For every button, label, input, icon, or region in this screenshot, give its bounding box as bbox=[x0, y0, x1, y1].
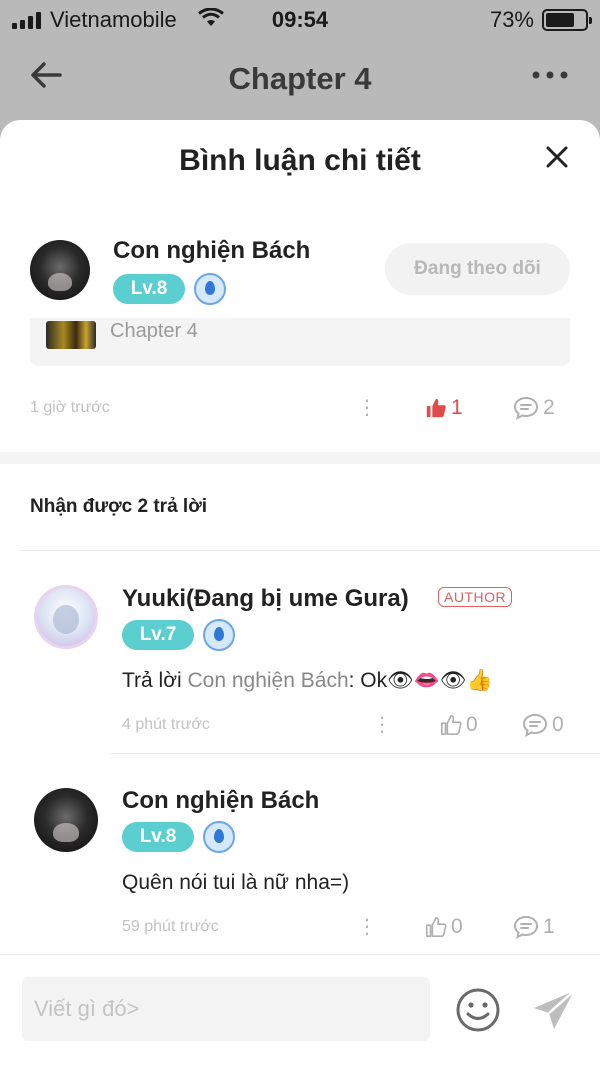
reply-options-icon[interactable]: ⋮ bbox=[357, 917, 377, 937]
comment-icon bbox=[513, 915, 539, 939]
like-button[interactable]: 1 bbox=[425, 396, 463, 420]
reply-prefix: Trả lời bbox=[122, 669, 188, 692]
chapter-thumbnail bbox=[46, 321, 96, 349]
comment-author-name[interactable]: Con nghiện Bách bbox=[113, 237, 310, 265]
chapter-label: Chapter 4 bbox=[110, 320, 198, 342]
comment-count: 1 bbox=[543, 915, 555, 938]
like-count: 0 bbox=[466, 713, 478, 736]
comment-icon bbox=[513, 396, 539, 420]
chapter-link-card[interactable]: Chapter 4 bbox=[30, 318, 570, 366]
reply-button[interactable]: 2 bbox=[513, 396, 555, 420]
diamond-badge-icon bbox=[194, 273, 226, 305]
battery-percent: 73% bbox=[489, 7, 534, 32]
thumbs-up-icon bbox=[441, 715, 462, 735]
reply-options-icon[interactable]: ⋮ bbox=[372, 715, 392, 735]
reply-button[interactable]: 1 bbox=[513, 915, 555, 939]
emoji-icon[interactable] bbox=[455, 987, 501, 1033]
diamond-badge-icon bbox=[203, 821, 235, 853]
level-badge: Lv.7 bbox=[122, 620, 194, 650]
divider bbox=[110, 753, 600, 754]
comment-input[interactable] bbox=[22, 977, 430, 1041]
nav-bar: Chapter 4 bbox=[0, 45, 600, 115]
close-icon[interactable] bbox=[544, 142, 570, 176]
sheet-title: Bình luận chi tiết bbox=[179, 144, 421, 177]
like-count: 0 bbox=[451, 915, 463, 938]
comment-options-icon[interactable]: ⋮ bbox=[357, 398, 377, 418]
comment-count: 2 bbox=[543, 396, 555, 419]
section-divider bbox=[0, 452, 600, 464]
send-icon[interactable] bbox=[530, 987, 578, 1035]
diamond-badge-icon bbox=[203, 619, 235, 651]
reply-time: 4 phút trước bbox=[122, 716, 210, 733]
avatar[interactable] bbox=[34, 788, 98, 852]
thumbs-up-icon bbox=[426, 398, 446, 418]
like-button[interactable]: 0 bbox=[425, 915, 463, 939]
more-icon[interactable] bbox=[530, 57, 570, 102]
level-badge: Lv.8 bbox=[113, 274, 185, 304]
reply-text: Quên nói tui là nữ nha=) bbox=[122, 871, 350, 894]
comment-icon bbox=[522, 713, 548, 737]
reply-content: : Ok👁👄👁👍 bbox=[348, 669, 493, 692]
like-button[interactable]: 0 bbox=[440, 713, 478, 737]
divider bbox=[20, 550, 600, 551]
reply-author-name[interactable]: Yuuki(Đang bị ume Gura) bbox=[122, 585, 409, 613]
reply-time: 59 phút trước bbox=[122, 918, 219, 935]
replies-count: Nhận được 2 trả lời bbox=[30, 496, 207, 517]
reply-button[interactable]: 0 bbox=[522, 713, 564, 737]
thumbs-up-icon bbox=[426, 917, 447, 937]
page-title: Chapter 4 bbox=[228, 61, 372, 96]
level-badge: Lv.8 bbox=[122, 822, 194, 852]
following-button[interactable]: Đang theo dõi bbox=[385, 243, 570, 295]
comment-time: 1 giờ trước bbox=[30, 399, 110, 416]
avatar[interactable] bbox=[30, 240, 90, 300]
reply-text: Trả lời Con nghiện Bách: Ok👁👄👁👍 bbox=[122, 669, 493, 693]
author-tag: AUTHOR bbox=[438, 587, 513, 607]
battery-icon bbox=[542, 9, 592, 31]
comment-count: 0 bbox=[552, 713, 564, 736]
avatar[interactable] bbox=[34, 585, 98, 649]
comment-input-bar bbox=[0, 954, 600, 1065]
reply-author-name[interactable]: Con nghiện Bách bbox=[122, 787, 319, 815]
mention-link[interactable]: Con nghiện Bách bbox=[188, 669, 349, 692]
comment-detail-sheet: Bình luận chi tiết Con nghiện Bách Lv.8 … bbox=[0, 120, 600, 1065]
like-count: 1 bbox=[451, 396, 463, 419]
status-bar: Vietnamobile 09:54 73% bbox=[0, 0, 600, 40]
